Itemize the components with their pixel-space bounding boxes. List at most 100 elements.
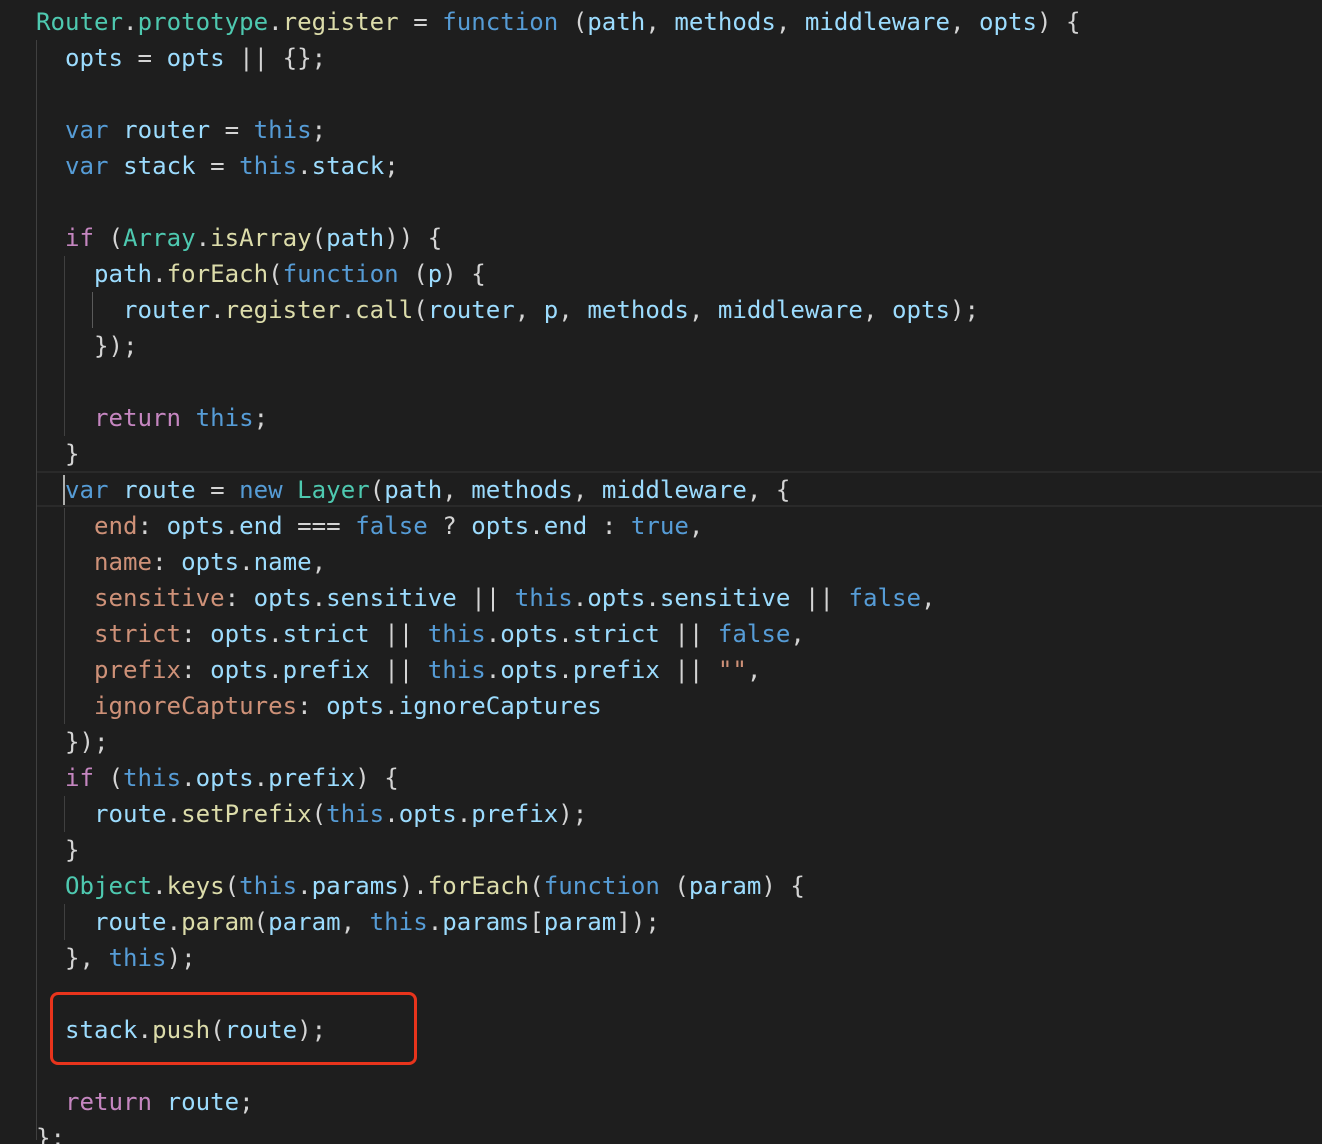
- code-line[interactable]: }: [36, 832, 80, 868]
- code-token: if: [65, 224, 95, 252]
- code-token: var: [65, 116, 109, 144]
- code-token: [: [529, 908, 544, 936]
- code-line[interactable]: router.register.call(router, p, methods,…: [36, 292, 979, 328]
- code-line[interactable]: };: [36, 1120, 65, 1144]
- code-token: .: [529, 512, 544, 540]
- code-line[interactable]: var stack = this.stack;: [36, 148, 399, 184]
- code-line[interactable]: name: opts.name,: [36, 544, 326, 580]
- code-token: opts: [210, 620, 269, 648]
- code-token: opts: [471, 512, 530, 540]
- code-line[interactable]: path.forEach(function (p) {: [36, 256, 486, 292]
- code-token: p: [427, 260, 443, 288]
- code-token: });: [36, 332, 138, 360]
- code-token: :: [137, 512, 167, 540]
- code-line[interactable]: ignoreCaptures: opts.ignoreCaptures: [36, 688, 602, 724]
- code-token: call: [355, 296, 414, 324]
- code-token: .: [268, 620, 283, 648]
- code-token: ,: [645, 8, 675, 36]
- code-token: false: [717, 620, 791, 648]
- code-line[interactable]: if (Array.isArray(path)) {: [36, 220, 442, 256]
- code-token: ,: [514, 296, 544, 324]
- code-token: (: [659, 872, 689, 900]
- code-line[interactable]: end: opts.end === false ? opts.end : tru…: [36, 508, 703, 544]
- code-token: :: [181, 620, 211, 648]
- code-token: function: [543, 872, 660, 900]
- code-token: =: [210, 116, 254, 144]
- code-token: route: [94, 800, 167, 828]
- code-token: (: [311, 800, 327, 828]
- code-token: prefix: [471, 800, 559, 828]
- code-line[interactable]: route.setPrefix(this.opts.prefix);: [36, 796, 587, 832]
- code-token: (: [94, 224, 124, 252]
- code-token: .: [485, 620, 501, 648]
- code-line[interactable]: }, this);: [36, 940, 196, 976]
- code-token: path: [587, 8, 646, 36]
- code-token: strict: [94, 620, 182, 648]
- code-token: :: [297, 692, 327, 720]
- code-line[interactable]: var route = new Layer(path, methods, mid…: [36, 472, 790, 508]
- code-token: opts: [398, 800, 457, 828]
- code-line[interactable]: Router.prototype.register = function (pa…: [36, 4, 1081, 40]
- code-token: middleware: [601, 476, 747, 504]
- code-line[interactable]: return this;: [36, 400, 268, 436]
- code-token: ]);: [616, 908, 660, 936]
- code-token: methods: [587, 296, 689, 324]
- code-token: });: [36, 728, 109, 756]
- code-token: ||: [369, 656, 428, 684]
- code-line[interactable]: route.param(param, this.params[param]);: [36, 904, 660, 940]
- code-token: }: [36, 836, 80, 864]
- code-editor[interactable]: Router.prototype.register = function (pa…: [0, 0, 1322, 1144]
- code-token: opts: [166, 44, 225, 72]
- code-token: (: [268, 260, 283, 288]
- code-token: opts: [500, 656, 559, 684]
- code-token: (: [94, 764, 124, 792]
- code-token: ;: [239, 1088, 254, 1116]
- code-token: end: [543, 512, 588, 540]
- code-token: .: [152, 260, 167, 288]
- code-line[interactable]: prefix: opts.prefix || this.opts.prefix …: [36, 652, 761, 688]
- code-line[interactable]: var router = this;: [36, 112, 326, 148]
- code-token: .: [181, 764, 196, 792]
- code-token: Array: [123, 224, 196, 252]
- code-line[interactable]: Object.keys(this.params).forEach(functio…: [36, 868, 805, 904]
- code-line[interactable]: });: [36, 724, 109, 760]
- code-line[interactable]: sensitive: opts.sensitive || this.opts.s…: [36, 580, 935, 616]
- code-line[interactable]: strict: opts.strict || this.opts.strict …: [36, 616, 805, 652]
- code-token: (: [558, 8, 588, 36]
- code-token: false: [355, 512, 428, 540]
- code-token: ) {: [761, 872, 805, 900]
- code-token: :: [224, 584, 254, 612]
- code-token: opts: [587, 584, 646, 612]
- code-token: || {};: [224, 44, 327, 72]
- code-token: opts: [166, 512, 225, 540]
- code-token: .: [384, 692, 399, 720]
- code-token: end: [94, 512, 138, 540]
- code-token: ;: [311, 116, 327, 144]
- code-token: prefix: [94, 656, 182, 684]
- code-token: .: [311, 584, 327, 612]
- code-token: sensitive: [94, 584, 225, 612]
- code-line[interactable]: if (this.opts.prefix) {: [36, 760, 399, 796]
- code-token: .: [558, 656, 573, 684]
- code-line[interactable]: opts = opts || {};: [36, 40, 326, 76]
- code-line[interactable]: return route;: [36, 1084, 254, 1120]
- code-token: new: [239, 476, 283, 504]
- annotation-highlight-box: [50, 992, 417, 1065]
- code-token: ) {: [1037, 8, 1081, 36]
- code-token: prototype: [137, 8, 269, 36]
- code-token: keys: [166, 872, 225, 900]
- code-token: =: [195, 152, 240, 180]
- code-token: this: [253, 116, 312, 144]
- text-cursor: [63, 475, 65, 505]
- code-line[interactable]: }: [36, 436, 80, 472]
- code-line[interactable]: });: [36, 328, 138, 364]
